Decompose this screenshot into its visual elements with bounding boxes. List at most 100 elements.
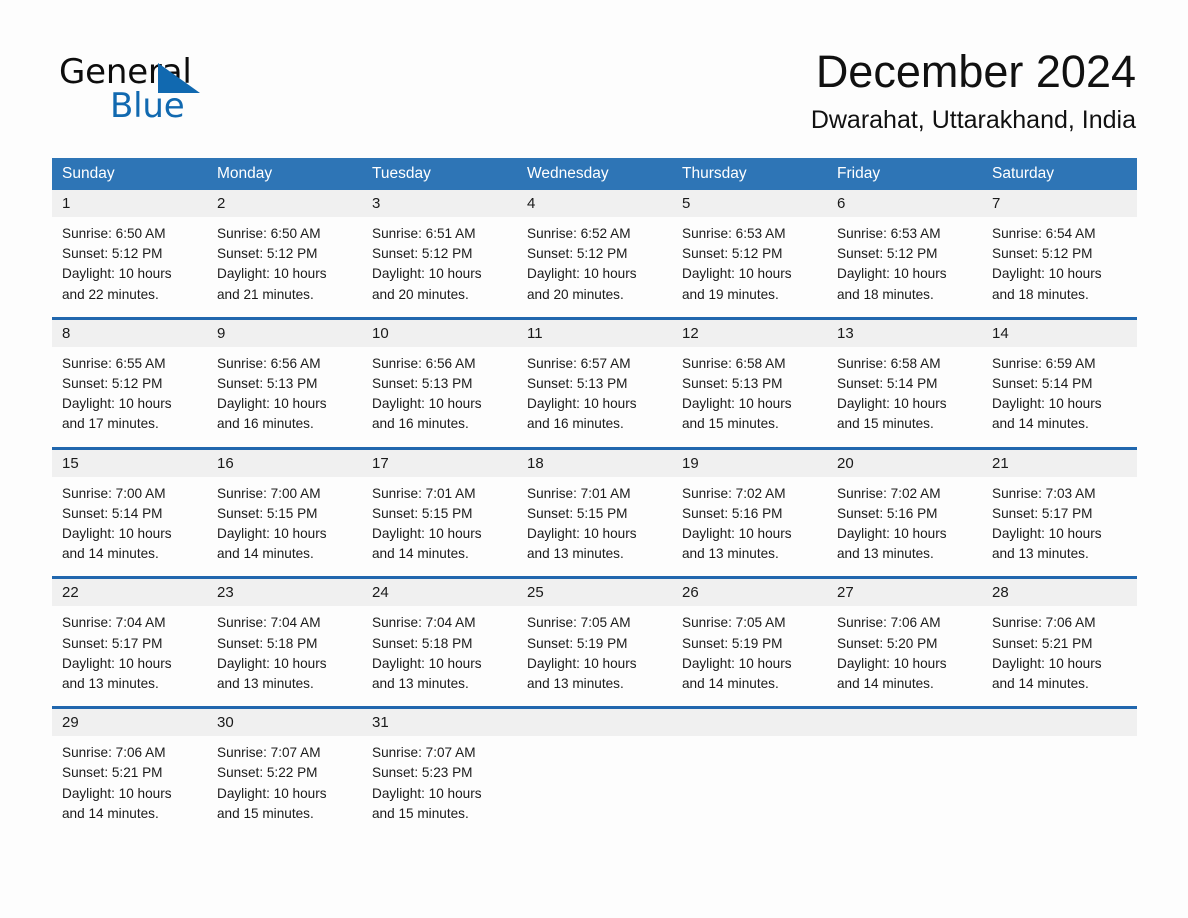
daylight-text-line2: and 14 minutes. [837,676,934,692]
day-cell[interactable]: 12 Sunrise: 6:58 AM Sunset: 5:13 PM Dayl… [672,319,827,435]
day-number-band: 1 [52,190,207,217]
sunset-text: Sunset: 5:19 PM [527,635,628,651]
day-cell[interactable]: 21 Sunrise: 7:03 AM Sunset: 5:17 PM Dayl… [982,449,1137,565]
day-details: Sunrise: 6:53 AM Sunset: 5:12 PM Dayligh… [827,217,982,305]
day-cell[interactable]: 14 Sunrise: 6:59 AM Sunset: 5:14 PM Dayl… [982,319,1137,435]
day-cell[interactable]: 30 Sunrise: 7:07 AM Sunset: 5:22 PM Dayl… [207,709,362,824]
day-number-band: 25 [517,579,672,607]
day-cell[interactable]: 15 Sunrise: 7:00 AM Sunset: 5:14 PM Dayl… [52,449,207,565]
sunrise-text: Sunrise: 7:04 AM [62,615,166,631]
day-number: 18 [527,454,544,472]
day-cell[interactable]: 22 Sunrise: 7:04 AM Sunset: 5:17 PM Dayl… [52,579,207,694]
day-cell[interactable]: 11 Sunrise: 6:57 AM Sunset: 5:13 PM Dayl… [517,319,672,435]
day-number: 27 [837,584,854,602]
daylight-text-line2: and 13 minutes. [62,676,159,692]
day-details: Sunrise: 6:51 AM Sunset: 5:12 PM Dayligh… [362,217,517,305]
day-cell[interactable]: 13 Sunrise: 6:58 AM Sunset: 5:14 PM Dayl… [827,319,982,435]
daylight-text-line1: Daylight: 10 hours [217,785,327,801]
daylight-text-line1: Daylight: 10 hours [372,655,482,671]
day-details: Sunrise: 6:50 AM Sunset: 5:12 PM Dayligh… [207,217,362,305]
day-cell[interactable]: 25 Sunrise: 7:05 AM Sunset: 5:19 PM Dayl… [517,579,672,694]
day-number [827,714,837,731]
sunset-text: Sunset: 5:13 PM [372,376,473,392]
day-cell[interactable]: 29 Sunrise: 7:06 AM Sunset: 5:21 PM Dayl… [52,709,207,824]
day-number-band: 21 [982,449,1137,477]
sunset-text: Sunset: 5:15 PM [372,505,473,521]
daylight-text-line2: and 14 minutes. [372,546,469,562]
daylight-text-line1: Daylight: 10 hours [682,396,792,412]
week-row: 29 Sunrise: 7:06 AM Sunset: 5:21 PM Dayl… [52,706,1137,824]
day-number: 19 [682,454,699,472]
day-cell[interactable]: 26 Sunrise: 7:05 AM Sunset: 5:19 PM Dayl… [672,579,827,694]
day-details: Sunrise: 6:56 AM Sunset: 5:13 PM Dayligh… [362,347,517,435]
daylight-text-line1: Daylight: 10 hours [372,266,482,282]
day-number-band: 29 [52,709,207,737]
day-number-band [672,709,827,737]
day-number-band: 26 [672,579,827,607]
weekday-header-saturday: Saturday [992,165,1055,182]
day-cell[interactable]: 24 Sunrise: 7:04 AM Sunset: 5:18 PM Dayl… [362,579,517,694]
daylight-text-line2: and 19 minutes. [682,286,779,302]
day-details: Sunrise: 6:58 AM Sunset: 5:14 PM Dayligh… [827,347,982,435]
sunrise-text: Sunrise: 6:53 AM [837,226,941,241]
day-number-band: 14 [982,319,1137,347]
daylight-text-line1: Daylight: 10 hours [62,266,172,282]
day-cell[interactable]: 3 Sunrise: 6:51 AM Sunset: 5:12 PM Dayli… [362,190,517,305]
day-cell[interactable]: 10 Sunrise: 6:56 AM Sunset: 5:13 PM Dayl… [362,319,517,435]
daylight-text-line1: Daylight: 10 hours [62,655,172,671]
day-number-band: 7 [982,190,1137,217]
day-cell[interactable]: 31 Sunrise: 7:07 AM Sunset: 5:23 PM Dayl… [362,709,517,824]
generalblue-logo[interactable]: General Blue [59,53,359,131]
day-number: 26 [682,584,699,602]
sunrise-text: Sunrise: 6:58 AM [837,355,941,371]
day-number: 25 [527,584,544,602]
daylight-text-line1: Daylight: 10 hours [837,266,947,282]
location-subtitle: Dwarahat, Uttarakhand, India [810,106,1136,134]
day-cell[interactable]: 28 Sunrise: 7:06 AM Sunset: 5:21 PM Dayl… [982,579,1137,694]
day-number: 1 [62,195,71,212]
sunset-text: Sunset: 5:12 PM [992,246,1093,262]
daylight-text-line1: Daylight: 10 hours [992,266,1102,282]
day-details: Sunrise: 6:56 AM Sunset: 5:13 PM Dayligh… [207,347,362,435]
day-cell[interactable]: 20 Sunrise: 7:02 AM Sunset: 5:16 PM Dayl… [827,449,982,565]
day-number: 14 [992,324,1009,342]
day-cell[interactable]: 17 Sunrise: 7:01 AM Sunset: 5:15 PM Dayl… [362,449,517,565]
day-details: Sunrise: 6:55 AM Sunset: 5:12 PM Dayligh… [52,347,207,435]
daylight-text-line1: Daylight: 10 hours [62,396,172,412]
daylight-text-line2: and 13 minutes. [682,546,779,562]
day-cell[interactable]: 19 Sunrise: 7:02 AM Sunset: 5:16 PM Dayl… [672,449,827,565]
sunset-text: Sunset: 5:14 PM [837,376,938,392]
daylight-text-line1: Daylight: 10 hours [837,396,947,412]
day-cell[interactable]: 9 Sunrise: 6:56 AM Sunset: 5:13 PM Dayli… [207,319,362,435]
daylight-text-line2: and 16 minutes. [217,416,314,432]
day-cell[interactable]: 5 Sunrise: 6:53 AM Sunset: 5:12 PM Dayli… [672,190,827,305]
day-cell[interactable]: 18 Sunrise: 7:01 AM Sunset: 5:15 PM Dayl… [517,449,672,565]
sunrise-text: Sunrise: 6:56 AM [372,355,476,371]
day-cell[interactable]: 7 Sunrise: 6:54 AM Sunset: 5:12 PM Dayli… [982,190,1137,305]
day-cell[interactable]: 2 Sunrise: 6:50 AM Sunset: 5:12 PM Dayli… [207,190,362,305]
day-cell[interactable]: 16 Sunrise: 7:00 AM Sunset: 5:15 PM Dayl… [207,449,362,565]
day-number-band: 31 [362,709,517,737]
day-details: Sunrise: 7:05 AM Sunset: 5:19 PM Dayligh… [517,606,672,694]
day-cell[interactable]: 1 Sunrise: 6:50 AM Sunset: 5:12 PM Dayli… [52,190,207,305]
day-cell[interactable]: 6 Sunrise: 6:53 AM Sunset: 5:12 PM Dayli… [827,190,982,305]
sunrise-text: Sunrise: 7:00 AM [62,485,166,501]
day-cell[interactable]: 8 Sunrise: 6:55 AM Sunset: 5:12 PM Dayli… [52,319,207,435]
week-row: 1 Sunrise: 6:50 AM Sunset: 5:12 PM Dayli… [52,190,1137,305]
sunrise-text: Sunrise: 6:57 AM [527,355,631,371]
daylight-text-line1: Daylight: 10 hours [992,526,1102,542]
sunrise-text: Sunrise: 6:58 AM [682,355,786,371]
day-number [672,714,682,731]
sunrise-text: Sunrise: 7:04 AM [217,615,321,631]
sunset-text: Sunset: 5:18 PM [372,635,473,651]
day-cell[interactable]: 27 Sunrise: 7:06 AM Sunset: 5:20 PM Dayl… [827,579,982,694]
day-cell[interactable]: 4 Sunrise: 6:52 AM Sunset: 5:12 PM Dayli… [517,190,672,305]
day-details: Sunrise: 6:52 AM Sunset: 5:12 PM Dayligh… [517,217,672,305]
day-details [517,736,672,743]
daylight-text-line2: and 18 minutes. [992,286,1089,302]
day-cell[interactable]: 23 Sunrise: 7:04 AM Sunset: 5:18 PM Dayl… [207,579,362,694]
sunset-text: Sunset: 5:17 PM [62,635,163,651]
sunset-text: Sunset: 5:19 PM [682,635,783,651]
day-number: 24 [372,584,389,602]
day-details: Sunrise: 7:05 AM Sunset: 5:19 PM Dayligh… [672,606,827,694]
